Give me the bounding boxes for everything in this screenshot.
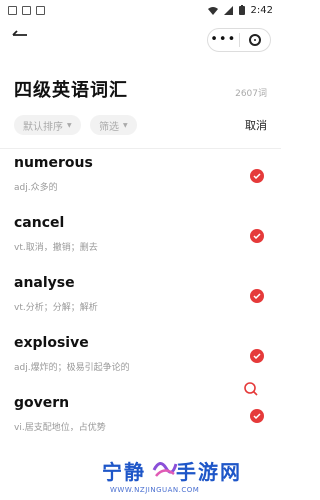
page-title: 四级英语词汇 [14,80,128,101]
word-text: explosive [14,335,89,351]
word-meaning: vi.居支配地位，占优势 [14,423,106,433]
word-list: numerous adj.众多的 cancel vt.取消，撤销；删去 anal… [0,149,281,449]
app-notification-icon [36,5,45,15]
watermark-right: 手游网 [176,460,242,484]
watermark-logo-icon [152,462,178,477]
close-circle-icon [248,34,261,46]
list-item[interactable]: numerous adj.众多的 [0,149,281,209]
page-header: 四级英语词汇 2607词 [0,58,281,103]
status-time: 2:42 [250,4,273,16]
watermark-left: 宁静 [102,460,146,484]
battery-icon [238,5,245,15]
close-button[interactable] [240,34,271,46]
caret-down-icon: ▼ [123,121,128,129]
status-bar: 2:42 [0,0,281,20]
word-meaning: vt.分析；分解；解析 [14,303,98,313]
filter-label: 筛选 [99,121,119,133]
notification-icon [8,5,17,15]
search-icon[interactable] [243,381,259,397]
top-bar: ••• [0,20,281,58]
back-arrow-icon[interactable] [12,30,28,40]
signal-icon [223,5,233,15]
cancel-button[interactable]: 取消 [245,117,267,133]
selected-check-icon[interactable] [250,349,264,363]
selected-check-icon[interactable] [250,289,264,303]
sort-dropdown[interactable]: 默认排序 ▼ [14,115,81,135]
system-icons: 2:42 [207,4,273,16]
word-meaning: adj.众多的 [14,183,58,193]
list-item[interactable]: govern vi.居支配地位，占优势 [0,389,281,449]
word-meaning: vt.取消，撤销；删去 [14,243,98,253]
word-text: analyse [14,275,75,291]
list-item[interactable]: cancel vt.取消，撤销；删去 [0,209,281,269]
list-item[interactable]: analyse vt.分析；分解；解析 [0,269,281,329]
sort-label: 默认排序 [23,121,63,133]
wifi-icon [207,6,218,15]
word-count: 2607词 [235,89,267,99]
watermark-url: WWW.NZJINGUAN.COM [110,486,200,494]
selected-check-icon[interactable] [250,409,264,423]
selected-check-icon[interactable] [250,169,264,183]
word-text: cancel [14,215,65,231]
image-notification-icon [22,5,31,15]
filter-bar: 默认排序 ▼ 筛选 ▼ 取消 [0,103,281,148]
word-text: numerous [14,155,93,171]
more-button[interactable]: ••• [208,29,239,51]
caret-down-icon: ▼ [67,121,72,129]
filter-dropdown[interactable]: 筛选 ▼ [90,115,137,135]
word-meaning: adj.爆炸的；极易引起争论的 [14,363,130,373]
notification-icons [8,5,45,15]
miniprogram-capsule: ••• [207,28,271,52]
word-text: govern [14,395,70,411]
list-item[interactable]: explosive adj.爆炸的；极易引起争论的 [0,329,281,389]
selected-check-icon[interactable] [250,229,264,243]
